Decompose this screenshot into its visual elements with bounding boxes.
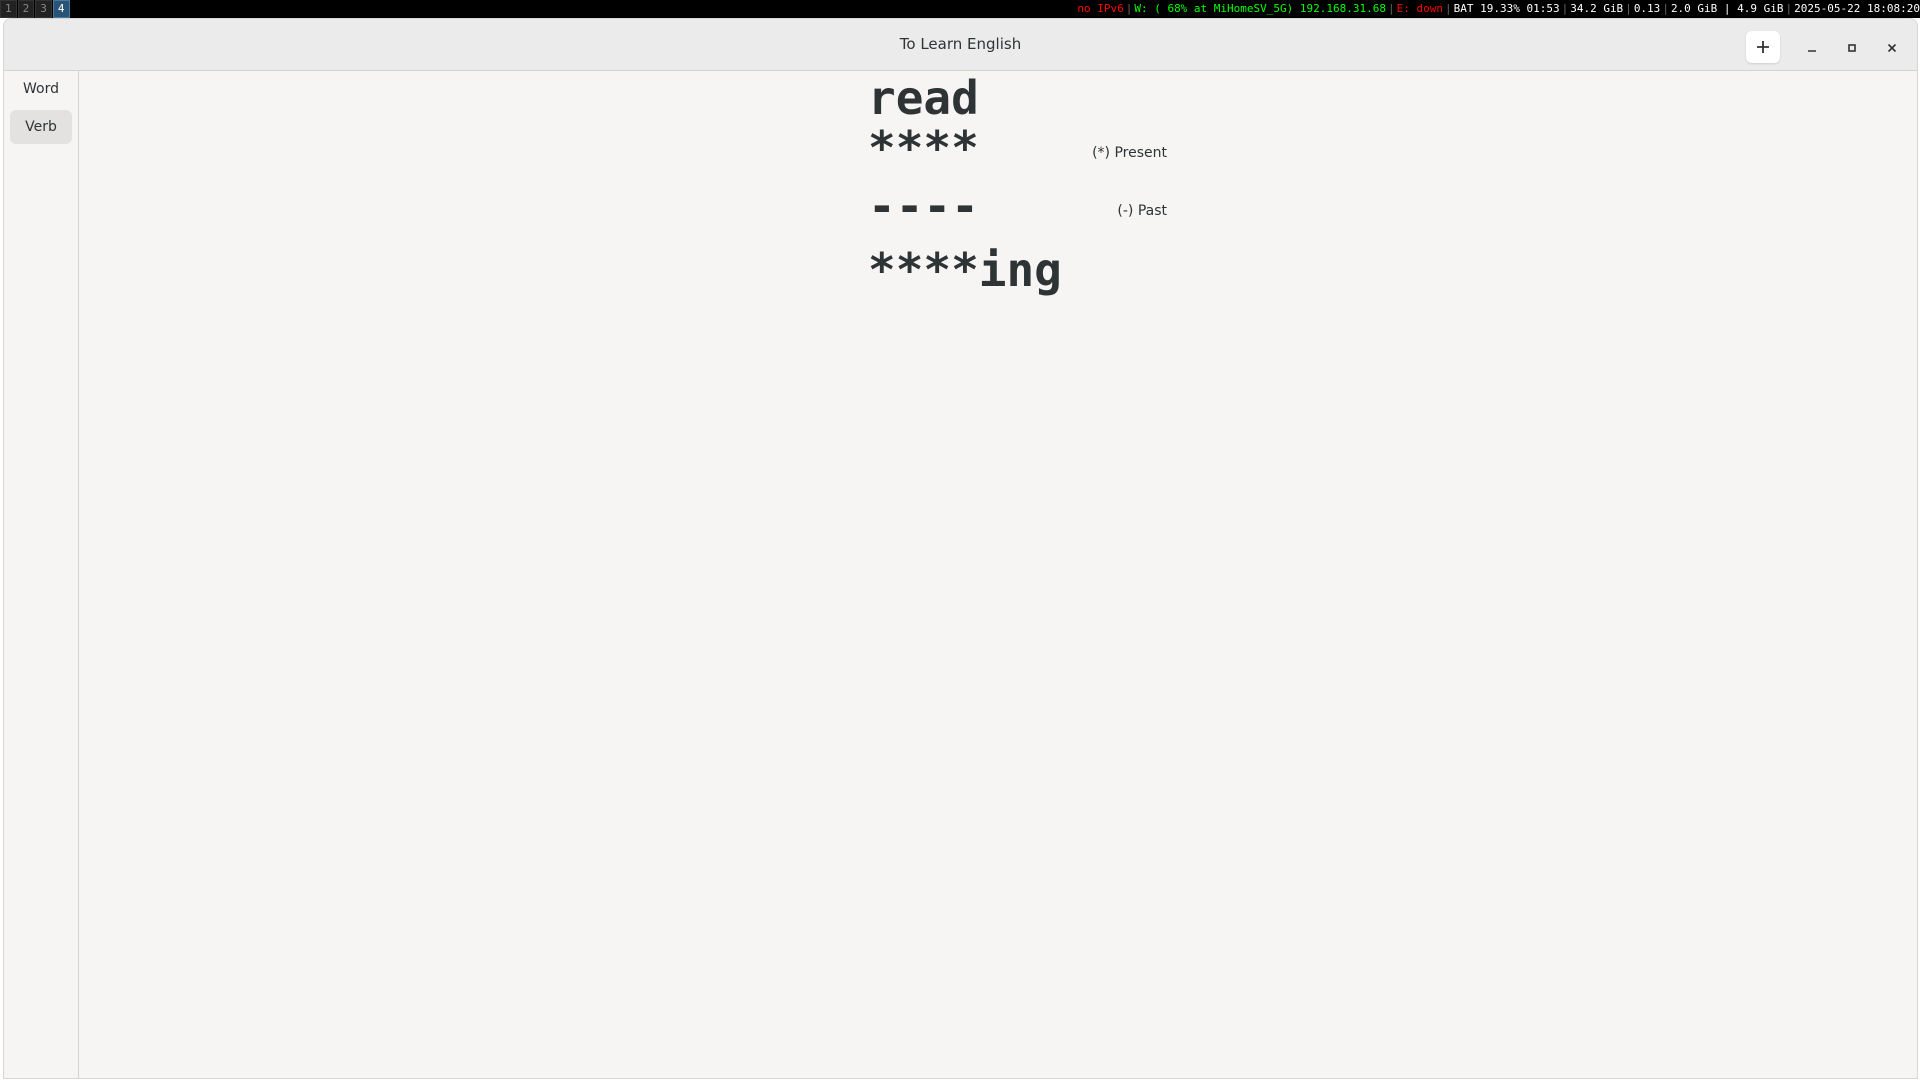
sidebar-item-verb[interactable]: Verb (10, 110, 72, 144)
status-item: 2.0 GiB | 4.9 GiB (1670, 2, 1784, 15)
workspace-button-2[interactable]: 2 (17, 0, 35, 18)
header-bar: To Learn English (4, 19, 1917, 71)
verb-present-form: **** (868, 121, 979, 175)
workspace-switcher: 1 2 3 4 (0, 0, 71, 18)
verb-base-form: read (868, 71, 979, 125)
status-items: no IPv6 | W: ( 68% at MiHomeSV_5G) 192.168… (1077, 0, 1920, 18)
status-item: W: ( 68% at MiHomeSV_5G) 192.168.31.68 (1134, 2, 1386, 15)
close-icon (1887, 43, 1897, 53)
maximize-icon (1848, 44, 1856, 52)
status-item: 34.2 GiB (1570, 2, 1624, 15)
status-separator: | (1785, 2, 1793, 15)
status-separator: | (1662, 2, 1669, 15)
window-title: To Learn English (899, 35, 1022, 53)
status-bar: 1 2 3 4 no IPv6 | W: ( 68% at MiHomeSV_5G)… (0, 0, 1920, 18)
status-separator: | (1125, 2, 1133, 15)
maximize-button[interactable] (1840, 36, 1864, 60)
status-separator: | (1625, 2, 1632, 15)
past-hint-label: (-) Past (1117, 203, 1167, 219)
verb-past-form: ---- (868, 179, 979, 233)
status-item: 0.13 (1633, 2, 1661, 15)
status-item: E: down (1396, 2, 1443, 15)
add-button[interactable] (1746, 31, 1780, 63)
workspace-button-3[interactable]: 3 (35, 0, 52, 18)
app-window: To Learn English Word Verb read **** (*)… (3, 18, 1918, 1079)
verb-ing-form: ****ing (868, 243, 1062, 297)
status-item: no IPv6 (1077, 2, 1124, 15)
verb-practice-panel: read **** (*) Present ---- (-) Past ****… (79, 71, 1917, 1078)
status-separator: | (1444, 2, 1452, 15)
present-hint-label: (*) Present (1092, 145, 1167, 161)
status-separator: | (1561, 2, 1569, 15)
close-button[interactable] (1880, 36, 1904, 60)
minimize-button[interactable] (1800, 36, 1824, 60)
sidebar: Word Verb (4, 71, 79, 1078)
add-icon (1757, 41, 1769, 53)
status-item: BAT 19.33% 01:53 (1453, 2, 1560, 15)
sidebar-item-word[interactable]: Word (10, 72, 72, 106)
workspace-button-1[interactable]: 1 (0, 0, 17, 18)
status-separator: | (1388, 2, 1395, 15)
minimize-icon (1808, 50, 1816, 52)
status-item: 2025-05-22 18:08:20 (1794, 2, 1920, 15)
workspace-button-4[interactable]: 4 (52, 0, 70, 18)
